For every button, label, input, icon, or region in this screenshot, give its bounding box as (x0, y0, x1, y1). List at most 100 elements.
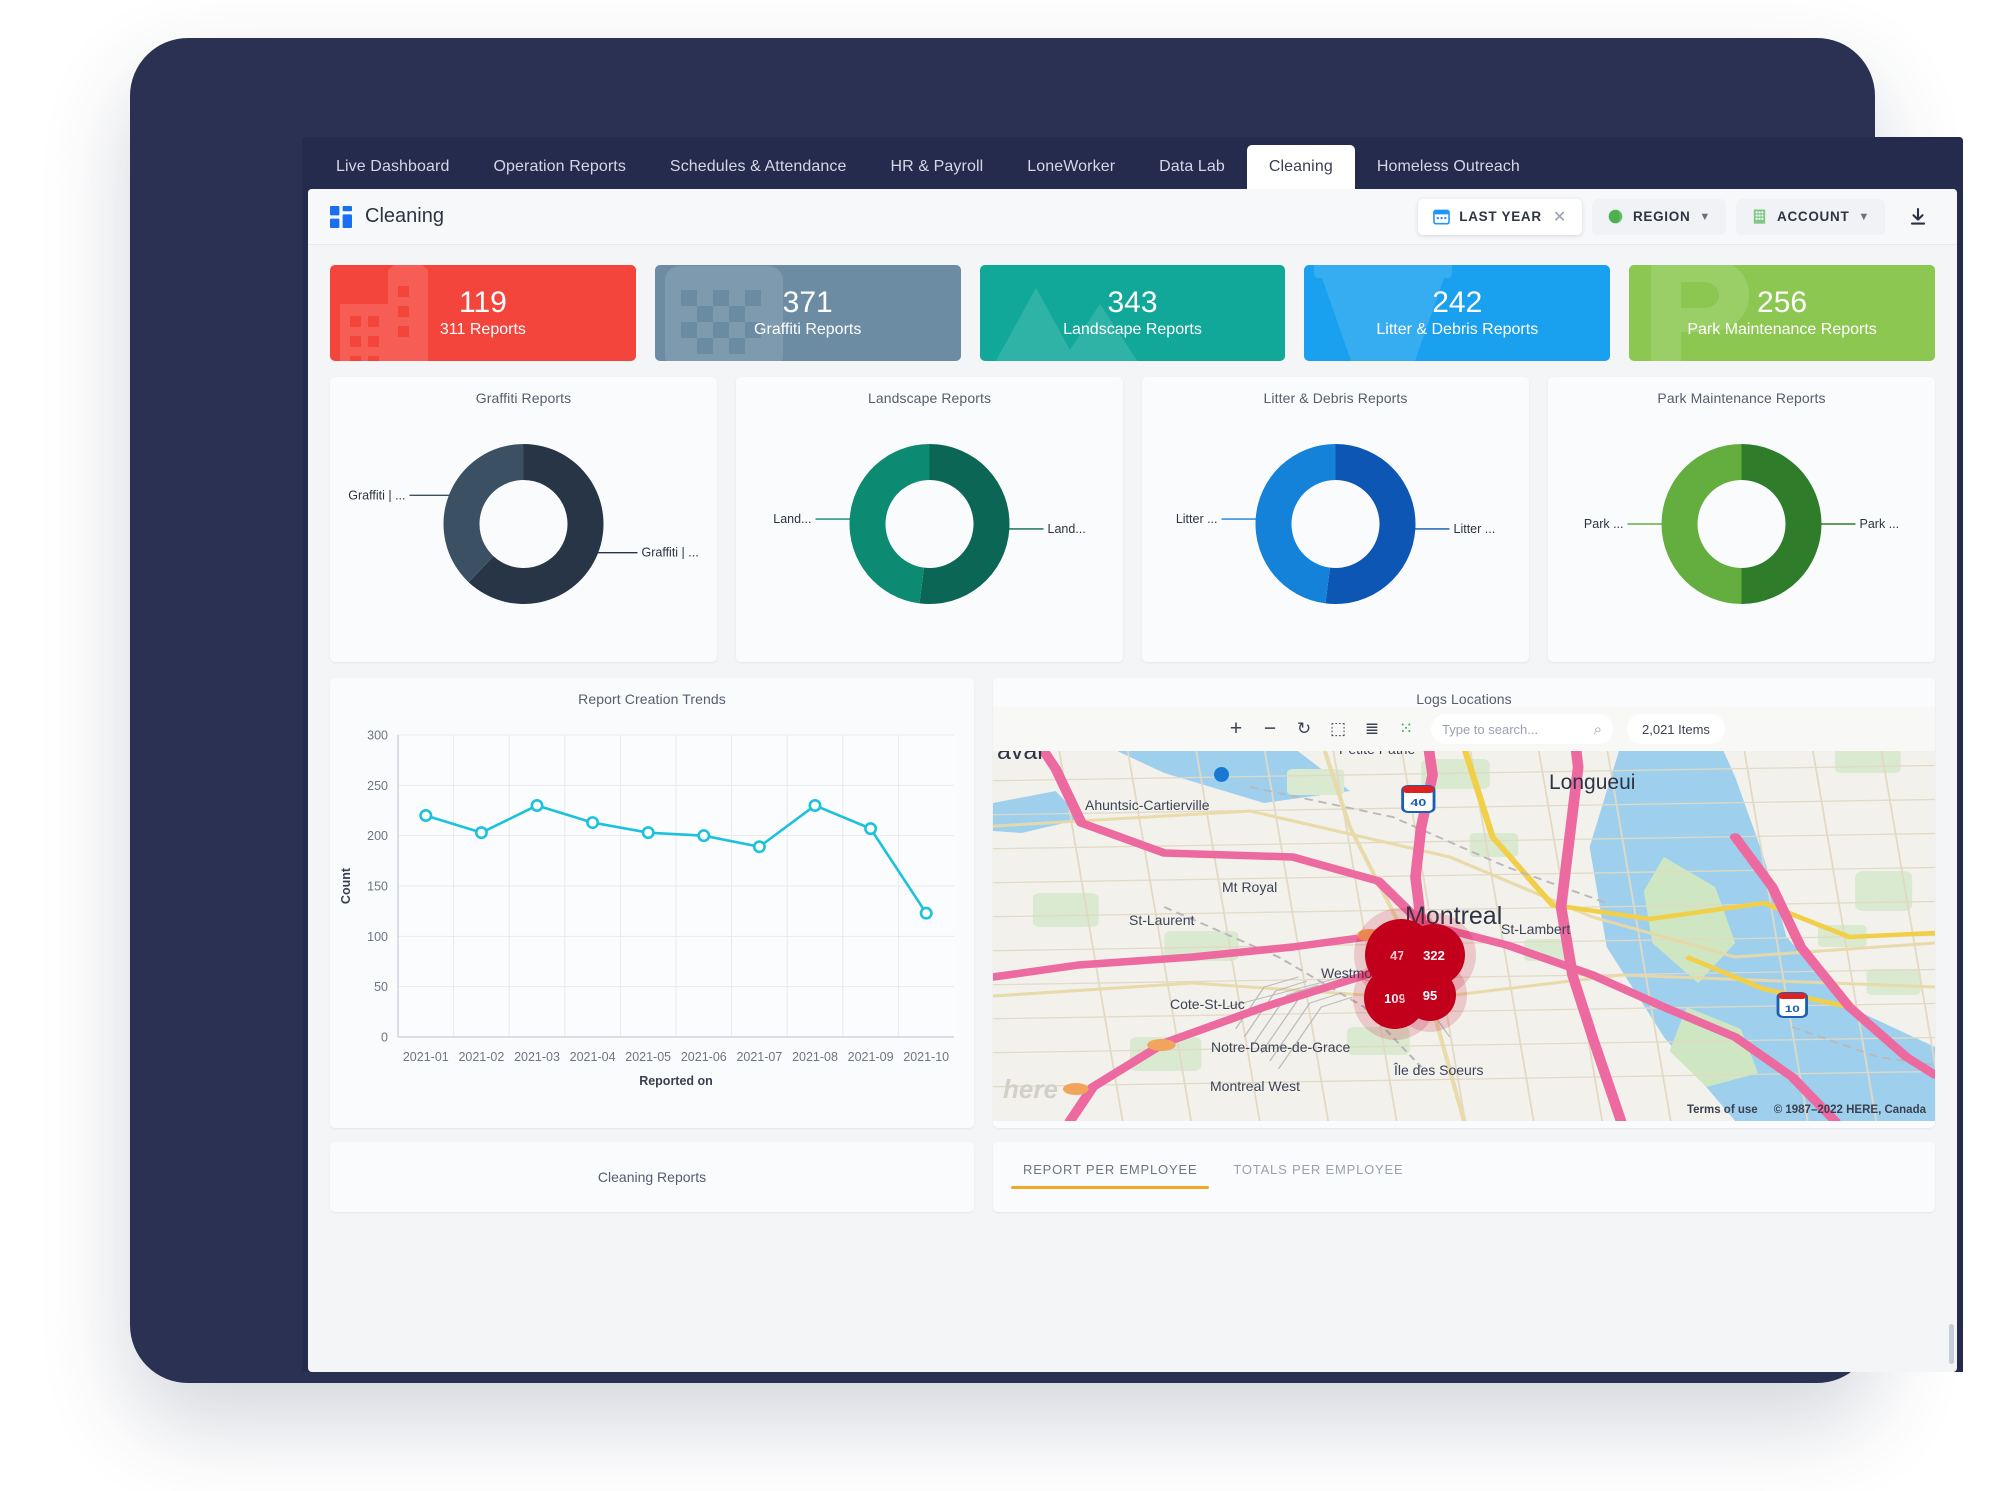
checker-icon (659, 265, 789, 361)
map-place-label: Longueui (1549, 771, 1636, 794)
donut-chart-title: Litter & Debris Reports (1263, 390, 1408, 406)
kpi-card-2[interactable]: 371 Graffiti Reports (654, 265, 961, 361)
map-items-count: 2,021 Items (1627, 714, 1725, 744)
header-actions: LAST YEAR ✕ REGION ▼ ACCOUNT ▼ (1418, 198, 1935, 235)
account-filter-label: ACCOUNT (1777, 209, 1850, 224)
line-data-point[interactable] (474, 826, 488, 840)
kpi-card-5[interactable]: 256 Park Maintenance Reports (1629, 265, 1935, 361)
donut-slice-label: Graffiti | ... (642, 546, 699, 560)
line-data-point[interactable] (919, 906, 933, 920)
nav-tab-cleaning[interactable]: Cleaning (1246, 145, 1355, 189)
download-button[interactable] (1901, 200, 1935, 234)
x-axis-label: Reported on (639, 1074, 713, 1088)
search-icon: ⌕ (1593, 720, 1602, 738)
donut-slice-label: Land... (1048, 522, 1086, 536)
tablet-device-frame: Live Dashboard Operation Reports Schedules… (130, 38, 1963, 1383)
employee-tabs: REPORT PER EMPLOYEE TOTALS PER EMPLOYEE (993, 1142, 1935, 1212)
nav-tab-live-dashboard[interactable]: Live Dashboard (314, 145, 471, 189)
cleaning-reports-title: Cleaning Reports (597, 1169, 707, 1185)
line-data-point[interactable] (530, 798, 544, 812)
kpi-label: Park Maintenance Reports (1687, 321, 1877, 339)
calendar-icon (1433, 209, 1451, 225)
kpi-label: 311 Reports (439, 321, 526, 339)
donut-chart-row: Graffiti Reports Graffiti | ... Graffiti |… (308, 361, 1957, 662)
x-axis-tick: 2021-04 (570, 1050, 616, 1064)
line-data-point[interactable] (864, 822, 878, 836)
line-data-point[interactable] (586, 816, 600, 830)
x-axis-tick: 2021-08 (792, 1050, 838, 1064)
refresh-icon[interactable]: ↻ (1289, 714, 1319, 744)
date-filter-label: LAST YEAR (1459, 209, 1542, 224)
account-filter-chip[interactable]: ACCOUNT ▼ (1736, 198, 1885, 235)
map-canvas[interactable]: 40 10 + − ↻ ⬚ ≣ ⁙ Type to search... ⌕ 2,… (993, 707, 1935, 1121)
recenter-icon[interactable]: ⬚ (1323, 714, 1353, 744)
donut-slice-label: Land... (773, 512, 811, 526)
map-search-input[interactable]: Type to search... ⌕ (1431, 714, 1613, 744)
here-watermark: here (1003, 1074, 1058, 1104)
nav-tab-schedules-attendance[interactable]: Schedules & Attendance (648, 145, 869, 189)
x-axis-tick: 2021-10 (903, 1050, 949, 1064)
trend-and-map-row: Report Creation Trends 0 50 100 150 200 250 30… (308, 662, 1957, 1128)
chevron-down-icon: ▼ (1699, 210, 1711, 223)
kpi-card-3[interactable]: 343 Landscape Reports (979, 265, 1286, 361)
terms-of-use-link[interactable]: Terms of use (1687, 1104, 1758, 1116)
region-filter-chip[interactable]: REGION ▼ (1591, 198, 1726, 235)
line-data-point[interactable] (697, 829, 711, 843)
nav-tab-loneworker[interactable]: LoneWorker (1005, 145, 1137, 189)
line-data-point[interactable] (419, 809, 433, 823)
y-axis-tick: 250 (367, 779, 388, 793)
vertical-scrollbar-thumb[interactable] (1949, 1324, 1954, 1364)
y-axis-label: Count (339, 867, 353, 904)
donut-slice-label: Park ... (1584, 517, 1624, 531)
kpi-card-4[interactable]: 242 Litter & Debris Reports (1304, 265, 1611, 361)
map-search-placeholder: Type to search... (1442, 721, 1539, 737)
trend-chart-title: Report Creation Trends (578, 691, 726, 707)
nav-tab-data-lab[interactable]: Data Lab (1137, 145, 1247, 189)
svg-text:10: 10 (1785, 1004, 1801, 1015)
x-axis-tick: 2021-09 (848, 1050, 894, 1064)
map-place-label: St-Laurent (1129, 912, 1195, 928)
kpi-value: 256 (1757, 285, 1808, 319)
tablet-screen: Live Dashboard Operation Reports Schedules… (302, 137, 1963, 1372)
report-creation-trends-card: Report Creation Trends 0 50 100 150 200 250 30… (330, 678, 974, 1128)
footer-row: Cleaning Reports REPORT PER EMPLOYEE TOTA… (308, 1128, 1957, 1212)
globe-icon (1607, 208, 1624, 225)
kpi-label: Landscape Reports (1063, 321, 1202, 339)
nav-tab-hr-payroll[interactable]: HR & Payroll (868, 145, 1005, 189)
kpi-card-1[interactable]: 119 311 Reports (330, 265, 636, 361)
donut-chart[interactable]: Litter ... Litter ... (1142, 406, 1529, 646)
close-icon[interactable]: ✕ (1553, 207, 1567, 227)
map-cluster-marker[interactable]: 95 (1404, 969, 1456, 1021)
date-filter-chip[interactable]: LAST YEAR ✕ (1418, 198, 1582, 235)
x-axis-tick: 2021-07 (736, 1050, 782, 1064)
map-place-label: Mt Royal (1222, 879, 1278, 895)
y-axis-tick: 150 (367, 880, 388, 894)
employee-tab-2[interactable]: TOTALS PER EMPLOYEE (1217, 1156, 1419, 1189)
zoom-out-icon[interactable]: − (1255, 714, 1285, 744)
donut-chart[interactable]: Land... Land... (736, 406, 1123, 646)
application-body: Cleaning LAST YEAR ✕ REGION ▼ ACCOUNT ▼ … (308, 189, 1957, 1372)
markers-icon[interactable]: ⁙ (1391, 714, 1421, 744)
y-axis-tick: 0 (381, 1031, 388, 1045)
map-place-label: Montreal West (1210, 1078, 1300, 1094)
map-place-label: Cote-St-Luc (1170, 996, 1245, 1012)
kpi-value: 119 (458, 285, 507, 319)
donut-chart[interactable]: Graffiti | ... Graffiti | ... (330, 406, 717, 646)
line-data-point[interactable] (752, 840, 766, 854)
line-data-point[interactable] (641, 826, 655, 840)
donut-chart-title: Park Maintenance Reports (1657, 390, 1826, 406)
nav-tab-homeless-outreach[interactable]: Homeless Outreach (1355, 145, 1542, 189)
logs-locations-card: Logs Locations 40 10 + − ↻ ⬚ ≣ ⁙ Type to… (993, 678, 1935, 1128)
page-title: Cleaning (365, 205, 444, 227)
nav-tab-operation-reports[interactable]: Operation Reports (471, 145, 647, 189)
donut-chart[interactable]: Park ... Park ... (1548, 406, 1935, 646)
layers-icon[interactable]: ≣ (1357, 714, 1387, 744)
cleaning-reports-panel: Cleaning Reports (330, 1142, 974, 1212)
map-place-label: Île des Soeurs (1394, 1062, 1484, 1078)
donut-slice-label: Graffiti | ... (348, 488, 405, 502)
zoom-in-icon[interactable]: + (1221, 714, 1251, 744)
employee-tab-1[interactable]: REPORT PER EMPLOYEE (1007, 1156, 1213, 1189)
line-data-point[interactable] (808, 798, 822, 812)
y-axis-tick: 100 (367, 930, 388, 944)
current-location-dot (1214, 767, 1229, 782)
